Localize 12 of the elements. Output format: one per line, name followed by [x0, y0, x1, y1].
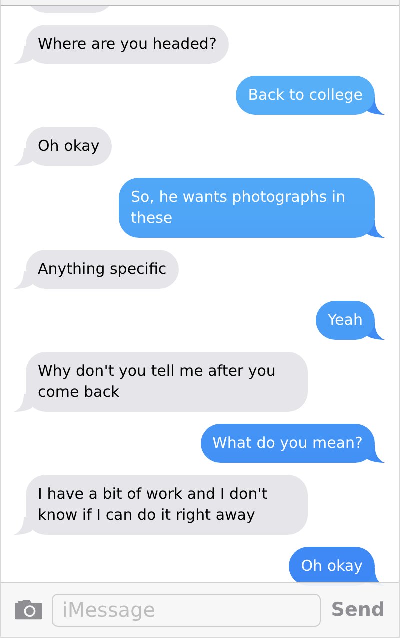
message-bubble: Back to college	[236, 76, 375, 115]
message-bubble: What do you mean?	[200, 424, 375, 463]
camera-icon[interactable]	[15, 599, 42, 621]
send-button[interactable]: Send	[331, 599, 385, 621]
message-bubble: Anything specific	[26, 250, 179, 289]
message-bubble: Oh okay	[26, 127, 112, 166]
message-bubble: Why don't you tell me after you come back	[26, 352, 308, 412]
message-bubble: I have a bit of work and I don't know if I can do it right away	[26, 475, 308, 535]
message-input[interactable]: iMessage	[52, 594, 322, 626]
message-bubble: Where are you headed?	[26, 25, 229, 64]
message-bubble: Yeah	[316, 301, 375, 340]
message-bubble: So, he wants photographs in these	[119, 178, 375, 238]
